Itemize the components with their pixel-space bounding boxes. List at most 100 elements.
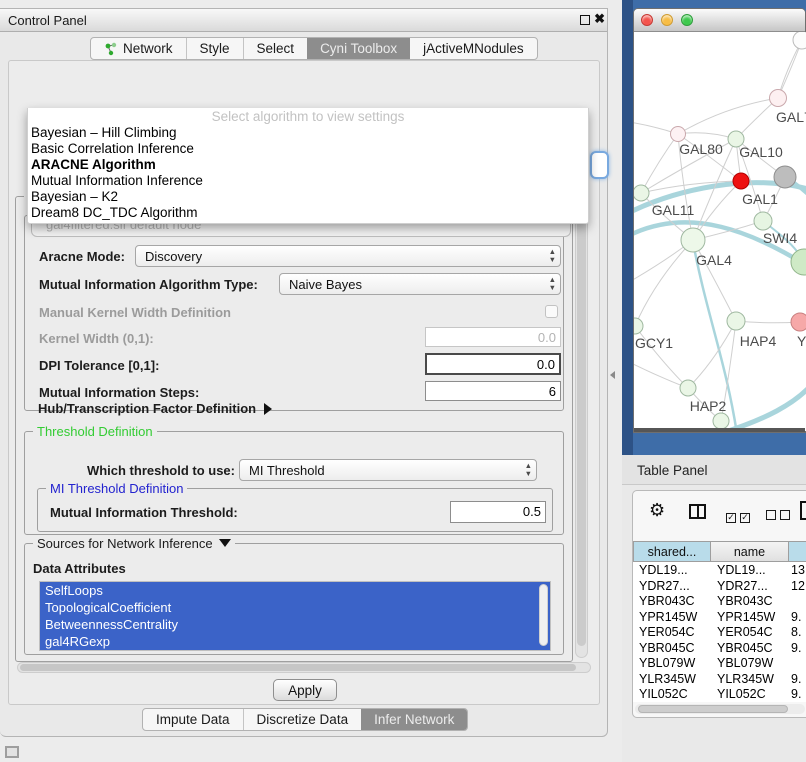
control-panel-title: Control Panel — [8, 13, 87, 28]
algorithm-select[interactable]: Select algorithm to view settings — [28, 108, 588, 125]
scrollbar-thumb[interactable] — [577, 201, 586, 646]
node-gcy1[interactable] — [634, 318, 643, 334]
manual-kernel-checkbox[interactable] — [545, 305, 558, 318]
table-row[interactable]: YBR043CYBR043C — [633, 593, 806, 609]
node-gray[interactable] — [774, 166, 796, 188]
network-window-bottom-edge — [634, 428, 805, 432]
algorithm-option[interactable]: Bayesian – Hill Climbing — [28, 125, 588, 141]
tab-discretize-data[interactable]: Discretize Data — [243, 709, 362, 730]
threshold-definition-title: Threshold Definition — [33, 424, 157, 439]
panel-grip-icon[interactable] — [5, 746, 19, 758]
tab-jactivemnodules[interactable]: jActiveMNodules — [410, 38, 537, 59]
node-hap2[interactable] — [680, 380, 696, 396]
table-row[interactable]: YPR145WYPR145W9. — [633, 609, 806, 625]
minimize-traffic-light-icon[interactable] — [661, 14, 673, 26]
control-panel-tabbar: Network Style Select Cyni Toolbox jActiv… — [90, 37, 538, 60]
aracne-mode-label: Aracne Mode: — [39, 249, 125, 264]
tab-cyni-toolbox[interactable]: Cyni Toolbox — [307, 38, 410, 59]
algorithm-option[interactable]: Bayesian – K2 — [28, 189, 588, 205]
node-gal80[interactable] — [671, 127, 686, 142]
close-traffic-light-icon[interactable] — [641, 14, 653, 26]
sources-title[interactable]: Sources for Network Inference — [33, 536, 235, 551]
tab-impute-data[interactable]: Impute Data — [143, 709, 243, 730]
which-threshold-combobox[interactable]: MI Threshold ▲▼ — [239, 459, 537, 481]
table-row[interactable]: YIL052CYIL052C9. — [633, 686, 806, 702]
cyni-toolbox-panel: gal4filtered.sif default node Select alg… — [8, 60, 600, 705]
attribute-item[interactable]: SelfLoops — [40, 582, 550, 599]
table-row[interactable]: YLR345WYLR345W9. — [633, 671, 806, 687]
scrollbar-thumb[interactable] — [539, 584, 548, 646]
mi-threshold-title: MI Threshold Definition — [46, 481, 187, 496]
select-all-icon[interactable]: ✓✓ — [726, 507, 754, 525]
float-window-icon[interactable] — [580, 15, 590, 25]
attribute-item[interactable]: TopologicalCoefficient — [40, 599, 550, 616]
attribute-list-scrollbar[interactable] — [538, 583, 549, 649]
table-row[interactable]: YBR045CYBR045C9. — [633, 640, 806, 656]
focused-combobox-fragment[interactable] — [590, 151, 609, 179]
column-header-partial[interactable] — [789, 541, 806, 562]
table-body: YDL19...YDL19...13 YDR27...YDR27...12 YB… — [633, 562, 806, 702]
settings-horizontal-scrollbar[interactable] — [17, 662, 591, 673]
tab-network[interactable]: Network — [91, 38, 186, 59]
column-header-shared-name[interactable]: shared... — [633, 541, 711, 562]
table-row[interactable]: YER054CYER054C8. — [633, 624, 806, 640]
apply-button[interactable]: Apply — [273, 679, 337, 701]
network-icon — [104, 42, 118, 56]
dpi-tolerance-field[interactable]: 0.0 — [425, 353, 561, 375]
tab-infer-network[interactable]: Infer Network — [361, 709, 467, 730]
attribute-item[interactable]: BetweennessCentrality — [40, 616, 550, 633]
table-row[interactable]: YDL19...YDL19...13 — [633, 562, 806, 578]
settings-vertical-scrollbar[interactable] — [575, 198, 588, 658]
tab-network-label: Network — [123, 41, 173, 56]
hub-definition-expander[interactable]: Hub/Transcription Factor Definition — [38, 401, 272, 416]
node-gal7[interactable] — [770, 90, 787, 107]
tab-style[interactable]: Style — [186, 38, 243, 59]
spinner-arrows-icon: ▲▼ — [549, 276, 556, 292]
tab-select[interactable]: Select — [243, 38, 308, 59]
mi-type-combobox[interactable]: Naive Bayes ▲▼ — [279, 273, 561, 295]
node-gal1-selected[interactable] — [733, 173, 749, 189]
column-header-name[interactable]: name — [711, 541, 789, 562]
network-canvas[interactable]: GAL7 GAL80 GAL10 GAL1 GAL11 SWI4 GAL4 GC… — [634, 32, 806, 431]
attribute-item[interactable]: gal4RGexp — [40, 633, 550, 650]
deselect-all-icon[interactable] — [766, 507, 794, 525]
mi-type-label: Mutual Information Algorithm Type: — [39, 277, 258, 292]
node-right-green[interactable] — [791, 249, 806, 275]
table-horizontal-scrollbar[interactable] — [635, 704, 805, 714]
spinner-arrows-icon: ▲▼ — [549, 248, 556, 264]
network-graph: GAL7 GAL80 GAL10 GAL1 GAL11 SWI4 GAL4 GC… — [634, 32, 806, 431]
threshold-definition-group: Threshold Definition Which threshold to … — [24, 431, 564, 535]
algorithm-option[interactable]: Dream8 DC_TDC Algorithm — [28, 205, 588, 221]
node-swi4[interactable] — [754, 212, 772, 230]
node-salmon[interactable] — [791, 313, 806, 331]
mi-steps-field[interactable]: 6 — [425, 381, 561, 401]
algorithm-option[interactable]: Mutual Information Inference — [28, 173, 588, 189]
scrollbar-thumb[interactable] — [638, 705, 788, 713]
node-top[interactable] — [793, 32, 806, 49]
column-chooser-icon[interactable] — [689, 504, 706, 519]
divider-collapse-icon[interactable] — [610, 371, 615, 379]
node-bottom[interactable] — [713, 413, 729, 429]
node-hap4[interactable] — [727, 312, 745, 330]
algorithm-option-selected[interactable]: ARACNE Algorithm — [28, 157, 588, 173]
spinner-arrows-icon: ▲▼ — [525, 462, 532, 478]
table-row[interactable]: YDR27...YDR27...12 — [633, 578, 806, 594]
close-icon[interactable]: ✖ — [594, 11, 605, 27]
node-gal4[interactable] — [681, 228, 705, 252]
table-panel-titlebar: Table Panel — [622, 455, 806, 485]
kernel-width-field[interactable]: 0.0 — [425, 327, 561, 347]
scrollbar-thumb[interactable] — [20, 664, 576, 671]
page-icon[interactable] — [800, 501, 806, 520]
zoom-traffic-light-icon[interactable] — [681, 14, 693, 26]
manual-kernel-label: Manual Kernel Width Definition — [39, 305, 231, 320]
table-row[interactable]: YBL079WYBL079W — [633, 655, 806, 671]
algorithm-option[interactable]: Basic Correlation Inference — [28, 141, 588, 157]
node-gal11[interactable] — [634, 185, 649, 201]
network-panel-edge — [622, 0, 633, 455]
gear-icon[interactable]: ⚙ — [649, 500, 665, 521]
mi-threshold-field[interactable]: 0.5 — [450, 501, 546, 523]
aracne-mode-combobox[interactable]: Discovery ▲▼ — [135, 245, 561, 267]
control-panel-titlebar: Control Panel ✖ — [0, 9, 607, 32]
node-label: GAL10 — [739, 144, 783, 160]
network-window-titlebar[interactable] — [634, 9, 805, 32]
